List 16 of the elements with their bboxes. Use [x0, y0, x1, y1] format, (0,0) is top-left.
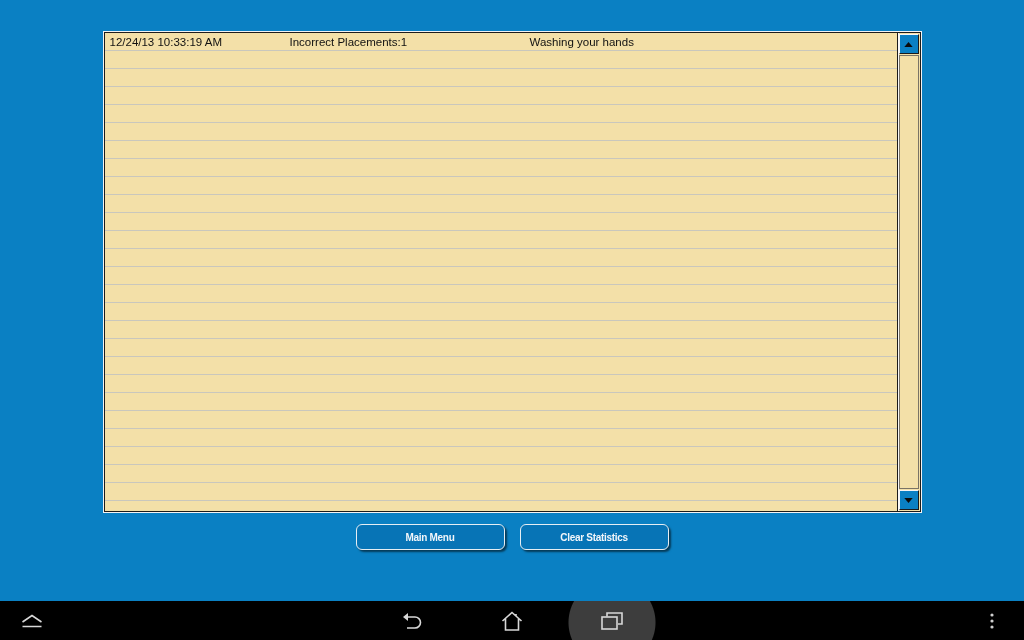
scroll-up-button[interactable]	[898, 34, 919, 54]
back-icon	[402, 611, 422, 630]
action-button[interactable]: Main Menu	[355, 524, 505, 550]
recent-apps-icon	[601, 611, 623, 630]
scroll-down-button[interactable]	[898, 490, 919, 510]
table-cell: Washing your hands	[529, 35, 634, 50]
recent-apps-button[interactable]	[568, 601, 656, 640]
up-triangle-icon	[904, 41, 913, 47]
down-triangle-icon	[904, 497, 913, 503]
home-icon	[501, 610, 523, 631]
overflow-menu-icon	[990, 612, 994, 629]
chevron-up-icon	[21, 613, 43, 628]
action-button[interactable]: Clear Statistics	[519, 524, 669, 550]
scrollbar[interactable]	[897, 33, 920, 511]
table-cell-text: 12/24/13 10:33:19 AM	[109, 35, 224, 50]
table-cell-text: Incorrect Placements:1	[289, 35, 409, 50]
